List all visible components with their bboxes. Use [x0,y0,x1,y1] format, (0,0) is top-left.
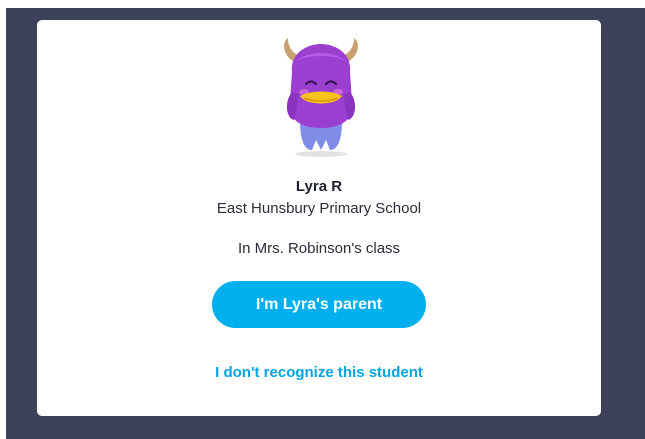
dont-recognize-student-link[interactable]: I don't recognize this student [37,364,601,381]
purple-monster-avatar-icon [276,32,366,160]
student-name: Lyra R [295,178,343,195]
confirm-parent-button[interactable]: I'm Lyra's parent [212,281,426,328]
class-name: In Mrs. Robinson's class [237,240,401,257]
student-confirm-card: Lyra R East Hunsbury Primary School In M… [37,20,601,416]
school-name: East Hunsbury Primary School [216,200,422,217]
